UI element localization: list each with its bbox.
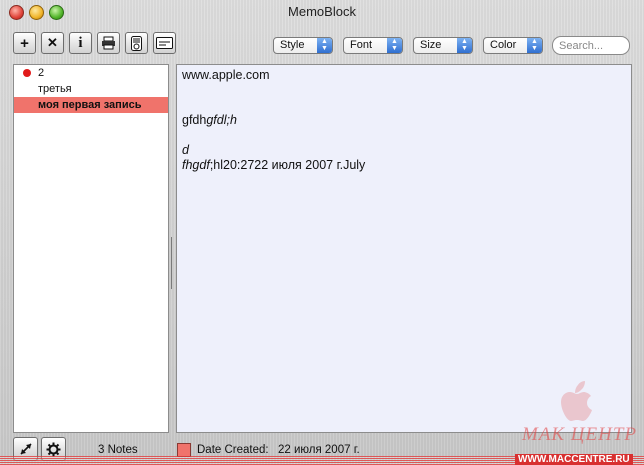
popup-arrows-icon: ▲ ▼ — [387, 38, 402, 53]
search-input[interactable] — [552, 36, 630, 55]
note-text-editor[interactable]: www.apple.com gfdhgfdl;h d fhgdf;hl20:27… — [176, 64, 632, 433]
color-popup-label: Color — [490, 39, 517, 51]
memoblock-window: MemoBlock + ✕ i Style ▲ ▼ Font ▲ ▼ Size … — [0, 0, 644, 465]
note-title: третья — [38, 83, 72, 95]
style-popup[interactable]: Style ▲ ▼ — [273, 37, 333, 54]
apple-watermark-icon — [561, 381, 592, 421]
diagonal-arrows-icon — [19, 443, 32, 455]
title-bar: MemoBlock — [0, 0, 644, 24]
size-popup[interactable]: Size ▲ ▼ — [413, 37, 473, 54]
add-note-button[interactable]: + — [13, 32, 36, 54]
editor-blank-line — [182, 128, 626, 143]
card-icon — [156, 37, 173, 49]
editor-blank-line — [182, 83, 626, 98]
popup-arrows-icon: ▲ ▼ — [457, 38, 472, 53]
color-popup[interactable]: Color ▲ ▼ — [483, 37, 543, 54]
editor-line: d — [182, 143, 189, 157]
ipod-icon — [131, 35, 142, 51]
list-item-selected[interactable]: моя первая запись — [14, 97, 168, 113]
delete-note-button[interactable]: ✕ — [41, 32, 64, 54]
window-title: MemoBlock — [288, 4, 356, 19]
date-created-value: 22 июля 2007 г. — [278, 444, 360, 456]
ipod-export-button[interactable] — [125, 32, 148, 54]
size-popup-label: Size — [420, 39, 442, 51]
list-item[interactable]: 2 — [14, 65, 168, 81]
card-button[interactable] — [153, 32, 176, 54]
watermark-name: МАК ЦЕНТР — [522, 424, 638, 445]
info-icon: i — [78, 34, 83, 51]
editor-italic-run: fhgdf — [182, 158, 210, 172]
note-color-swatch[interactable] — [177, 443, 191, 457]
note-title: 2 — [38, 67, 45, 79]
print-button[interactable] — [97, 32, 120, 54]
style-popup-label: Style — [280, 39, 305, 51]
date-created-label: Date Created: — [197, 444, 269, 456]
popup-arrows-icon: ▲ ▼ — [317, 38, 332, 53]
label-dot-icon — [23, 69, 31, 77]
font-popup[interactable]: Font ▲ ▼ — [343, 37, 403, 54]
editor-line: fhgdf;hl20:2722 июля 2007 г.July — [182, 158, 626, 173]
delete-icon: ✕ — [47, 35, 58, 50]
watermark-url: WWW.MACCENTRE.RU — [515, 454, 633, 465]
note-title: моя первая запись — [38, 99, 142, 111]
notes-count: 3 Notes — [98, 444, 138, 456]
editor-text-run: gfdh — [182, 113, 207, 127]
info-button[interactable]: i — [69, 32, 92, 54]
notes-list: 2 третья моя первая запись — [13, 64, 169, 433]
gear-icon — [46, 442, 61, 456]
editor-blank-line — [182, 98, 626, 113]
popup-arrows-icon: ▲ ▼ — [527, 38, 542, 53]
editor-text-run: ;hl20:2722 июля 2007 г.July — [209, 158, 366, 172]
editor-line: gfdhgfdl;h — [182, 113, 626, 128]
editor-line: www.apple.com — [182, 68, 270, 82]
split-view-handle[interactable] — [171, 237, 174, 289]
print-icon — [102, 36, 115, 50]
editor-italic-run: gfdl;h — [206, 113, 237, 127]
font-popup-label: Font — [350, 39, 373, 51]
list-item[interactable]: третья — [14, 81, 168, 97]
plus-icon: + — [20, 34, 29, 52]
